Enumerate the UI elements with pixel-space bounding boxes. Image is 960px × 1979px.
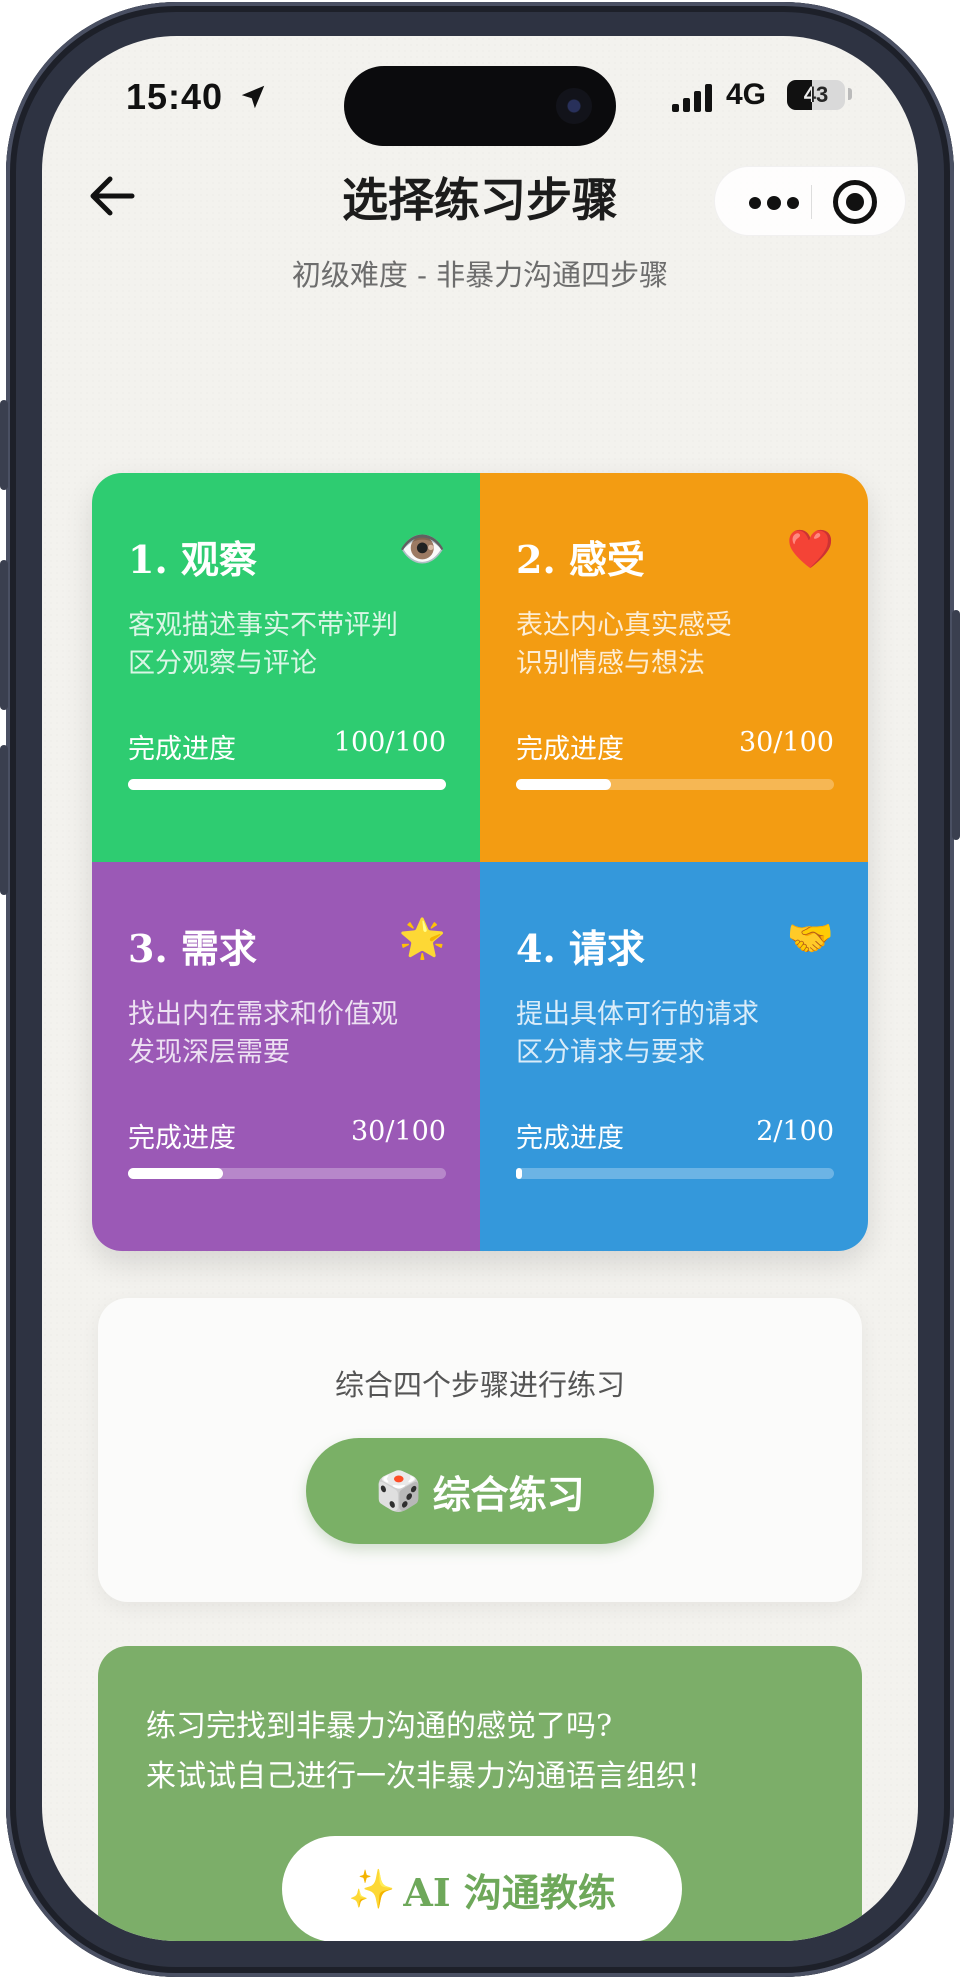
progress-label: 完成进度 [128, 734, 236, 765]
battery-nub [848, 88, 852, 100]
location-arrow-icon [241, 85, 265, 109]
more-dots-icon[interactable] [735, 167, 811, 237]
page-subtitle: 初级难度 - 非暴力沟通四步骤 [291, 258, 669, 292]
battery-icon: 43 [787, 80, 845, 110]
steps-grid: 1. 观察 👁️ 客观描述事实不带评判 区分观察与评论 完成进度 100/100… [92, 473, 868, 1251]
step-title: 2. 感受 [516, 537, 645, 582]
progress-label: 完成进度 [516, 734, 624, 765]
dice-icon: 🎲 [375, 1468, 423, 1513]
sparkles-icon: ✨ [348, 1866, 396, 1911]
step-title: 4. 请求 [516, 926, 645, 971]
step-title: 1. 观察 [128, 537, 257, 582]
step-desc-line-1: 提出具体可行的请求 [516, 999, 759, 1030]
progress-value: 100/100 [333, 727, 446, 758]
camera-icon [556, 88, 592, 124]
step-desc-line-2: 区分请求与要求 [516, 1037, 705, 1068]
ai-coach-button[interactable]: ✨ AI 沟通教练 [282, 1836, 682, 1941]
step-card-feeling[interactable]: 2. 感受 ❤️ 表达内心真实感受 识别情感与想法 完成进度 30/100 [480, 473, 868, 862]
practice-button-label: 综合练习 [432, 1471, 585, 1517]
step-description: 提出具体可行的请求 区分请求与要求 [516, 996, 759, 1072]
progress-value: 30/100 [351, 1116, 446, 1147]
action-button [0, 400, 8, 490]
progress-bar [128, 1168, 446, 1179]
power-button [952, 610, 960, 840]
progress-label: 完成进度 [516, 1123, 624, 1154]
progress-value: 2/100 [756, 1116, 834, 1147]
ai-prompt-text: 练习完找到非暴力沟通的感觉了吗? 来试试自己进行一次非暴力沟通语言组织！ [146, 1702, 716, 1802]
step-desc-line-2: 区分观察与评论 [128, 648, 317, 679]
ai-prompt-line-2: 来试试自己进行一次非暴力沟通语言组织！ [146, 1759, 716, 1794]
step-card-request[interactable]: 4. 请求 🤝 提出具体可行的请求 区分请求与要求 完成进度 2/100 [480, 862, 868, 1251]
step-description: 表达内心真实感受 识别情感与想法 [516, 607, 732, 683]
progress-bar-fill [516, 1168, 523, 1179]
capsule-divider [811, 185, 812, 219]
step-desc-line-1: 找出内在需求和价值观 [128, 999, 398, 1030]
step-desc-line-2: 发现深层需要 [128, 1037, 290, 1068]
progress-bar [128, 779, 446, 790]
signal-icon [672, 84, 712, 112]
app-screen: 15:40 4G 43 选择练习步骤 初级难度 - 非暴力沟通四步骤 1. 观察… [42, 36, 918, 1941]
eye-icon: 👁️ [398, 527, 446, 571]
volume-down-button [0, 745, 8, 895]
battery-level: 43 [803, 82, 829, 107]
handshake-icon: 🤝 [786, 916, 834, 960]
miniprogram-capsule [714, 166, 906, 236]
step-card-observe[interactable]: 1. 观察 👁️ 客观描述事实不带评判 区分观察与评论 完成进度 100/100 [92, 473, 480, 862]
step-desc-line-1: 客观描述事实不带评判 [128, 610, 398, 641]
ai-coach-panel: 练习完找到非暴力沟通的感觉了吗? 来试试自己进行一次非暴力沟通语言组织！ ✨ A… [98, 1646, 862, 1941]
step-card-need[interactable]: 3. 需求 🌟 找出内在需求和价值观 发现深层需要 完成进度 30/100 [92, 862, 480, 1251]
comprehensive-practice-button[interactable]: 🎲 综合练习 [306, 1438, 654, 1544]
progress-value: 30/100 [739, 727, 834, 758]
step-description: 找出内在需求和价值观 发现深层需要 [128, 996, 398, 1072]
practice-description: 综合四个步骤进行练习 [334, 1368, 625, 1402]
step-title: 3. 需求 [128, 926, 257, 971]
step-desc-line-1: 表达内心真实感受 [516, 610, 732, 641]
step-desc-line-2: 识别情感与想法 [516, 648, 705, 679]
progress-bar [516, 1168, 834, 1179]
progress-bar-fill [516, 779, 612, 790]
dynamic-island [344, 66, 616, 146]
ai-prompt-line-1: 练习完找到非暴力沟通的感觉了吗? [146, 1709, 613, 1744]
ai-button-label: AI 沟通教练 [403, 1869, 616, 1915]
volume-up-button [0, 560, 8, 710]
comprehensive-practice-panel: 综合四个步骤进行练习 🎲 综合练习 [98, 1298, 862, 1602]
close-target-icon[interactable] [833, 180, 877, 224]
progress-bar-fill [128, 1168, 224, 1179]
progress-bar-fill [128, 779, 446, 790]
network-type: 4G [726, 78, 767, 111]
step-description: 客观描述事实不带评判 区分观察与评论 [128, 607, 398, 683]
status-time: 15:40 [126, 76, 224, 117]
star-icon: 🌟 [398, 916, 446, 960]
progress-bar [516, 779, 834, 790]
progress-label: 完成进度 [128, 1123, 236, 1154]
heart-icon: ❤️ [786, 527, 834, 571]
